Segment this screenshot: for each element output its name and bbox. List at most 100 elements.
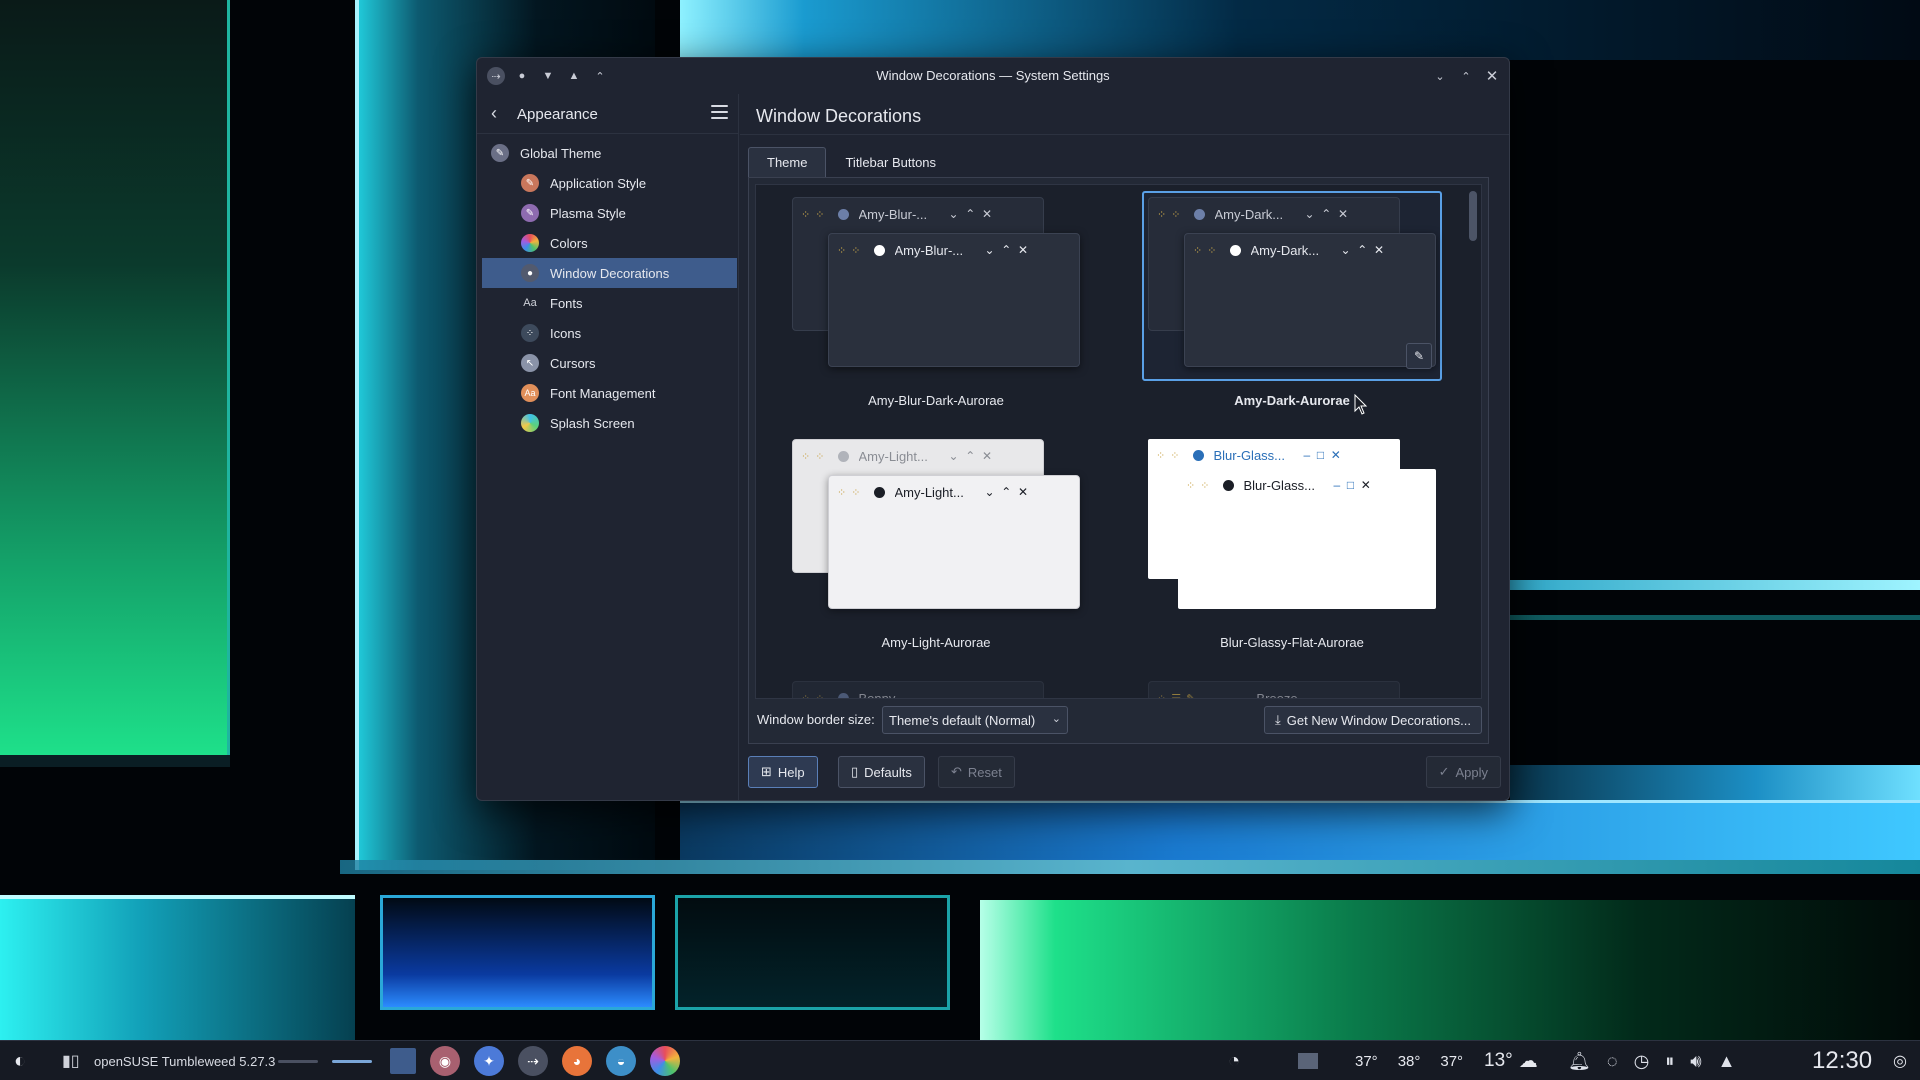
sidebar-item-label: Colors <box>550 235 588 251</box>
edit-pencil-icon[interactable]: ✎ <box>1406 343 1432 369</box>
sparkle-icon: ⁘ ⁘ <box>801 450 826 463</box>
defaults-button[interactable]: ▯ Defaults <box>838 756 925 788</box>
decoration-card-selected[interactable]: ⁘ ⁘ Amy-Dark... ⌄ ⌃ ✕ ⁘ ⁘ Amy-Dark... ⌄ … <box>1142 191 1442 408</box>
on-all-desktops-icon <box>1222 479 1234 491</box>
decoration-card[interactable]: ⁘ ⁘ Bonny... <box>786 675 1086 698</box>
sidebar-item-splash-screen[interactable]: Splash Screen <box>477 408 738 438</box>
sidebar-item-plasma-style[interactable]: ✎ Plasma Style <box>477 198 738 228</box>
task-manager: ◉ ✦ ⇢ ◕ ◒ <box>390 1041 694 1080</box>
sidebar-item-label: Cursors <box>550 355 596 371</box>
reset-button[interactable]: ↶ Reset <box>938 756 1015 788</box>
decoration-grid[interactable]: ⁘ ⁘ Amy-Blur-... ⌄ ⌃ ✕ ⁘ ⁘ Amy-Blur-... … <box>755 184 1482 699</box>
pager-icon[interactable]: ▮▯ <box>62 1041 80 1080</box>
wallpaper-shape <box>1510 615 1920 620</box>
decoration-card[interactable]: ⁘ ☰ ✎ Breeze <box>1142 675 1442 699</box>
sidebar-item-label: Window Decorations <box>550 265 670 281</box>
firefox-app-icon[interactable]: ◕ <box>562 1046 592 1076</box>
wallpaper-shape <box>0 895 355 1040</box>
hamburger-menu-icon[interactable] <box>711 105 728 119</box>
close-icon[interactable]: ✕ <box>1483 67 1501 85</box>
sidebar-item-colors[interactable]: Colors <box>477 228 738 258</box>
weather-widget[interactable]: 13° ☁ <box>1484 1041 1538 1080</box>
splash-screen-icon <box>521 414 539 432</box>
sparkle-icon: ⁘ ⁘ <box>1156 449 1181 462</box>
sparkle-icon: ⁘ ⁘ <box>801 208 826 221</box>
preview-active-window: ⁘ ⁘ Amy-Blur-... ⌄ ⌃ ✕ <box>828 233 1080 367</box>
system-settings-window: ⇢ ● ▼ ▲ ⌃ Window Decorations — System Se… <box>476 57 1510 801</box>
gpu-temperature: 38° <box>1397 1052 1421 1070</box>
minimize-icon[interactable]: ⌄ <box>1431 67 1449 85</box>
sparkle-icon: ⁘ ⁘ <box>837 486 862 499</box>
decoration-card[interactable]: ⁘ ⁘ Amy-Light... ⌄ ⌃ ✕ ⁘ ⁘ Amy-Light... … <box>786 433 1086 650</box>
clock[interactable]: 12:30 <box>1812 1041 1872 1080</box>
sidebar-item-label: Font Management <box>550 385 656 401</box>
preview-controls-icon: ⌄ ⌃ ✕ <box>1340 243 1385 257</box>
preview-controls-icon: ⌄ ⌃ ✕ <box>948 207 993 221</box>
application-launcher-icon[interactable]: ◐ <box>8 1041 32 1080</box>
preview-controls-icon: ⌄ ⌃ ✕ <box>984 243 1029 257</box>
wallpaper-shape <box>675 895 950 1010</box>
sidebar-item-font-management[interactable]: Aa Font Management <box>477 378 738 408</box>
sparkle-icon: ⁘ ☰ ✎ <box>1157 692 1197 699</box>
preview-controls-icon: ⌄ ⌃ ✕ <box>984 485 1029 499</box>
card-label: Amy-Blur-Dark-Aurorae <box>868 393 1004 408</box>
apply-button[interactable]: ✓ Apply <box>1425 756 1501 788</box>
header-divider <box>740 134 1509 135</box>
store-app-icon[interactable]: ✦ <box>474 1046 504 1076</box>
sidebar-item-label: Application Style <box>550 175 647 191</box>
window-decorations-icon: ● <box>521 264 539 282</box>
decoration-card[interactable]: ⁘ ⁘ Amy-Blur-... ⌄ ⌃ ✕ ⁘ ⁘ Amy-Blur-... … <box>786 191 1086 408</box>
decoration-card[interactable]: ⁘ ⁘ Blur-Glass... – □ ✕ ⁘ ⁘ Blur-Glass..… <box>1142 433 1442 650</box>
photos-app-icon[interactable] <box>650 1046 680 1076</box>
cpu-temperature: 37° <box>1355 1052 1378 1070</box>
system-settings-app-icon[interactable]: ⇢ <box>518 1046 548 1076</box>
discover-app-icon[interactable]: ◉ <box>430 1046 460 1076</box>
cloud-icon: ☁ <box>1518 1050 1538 1072</box>
files-app-icon[interactable]: ◒ <box>606 1046 636 1076</box>
titlebar[interactable]: ⇢ ● ▼ ▲ ⌃ Window Decorations — System Se… <box>477 58 1509 94</box>
sidebar-item-icons[interactable]: ⁘ Icons <box>477 318 738 348</box>
preview-controls-icon: ⌄ ⌃ ✕ <box>1304 207 1349 221</box>
system-tray: 🔔︎ ◌ ◷ ⏸︎ 🔊︎ ▲ <box>1568 1041 1735 1080</box>
preview-controls-icon: – □ ✕ <box>1303 448 1341 462</box>
show-desktop-icon[interactable]: ◎ <box>1893 1041 1907 1080</box>
sparkle-icon: ⁘ ⁘ <box>1193 244 1218 257</box>
footer-buttons: ⊞ Help ▯ Defaults ↶ Reset ✓ Apply <box>748 756 1501 790</box>
sidebar-item-application-style[interactable]: ✎ Application Style <box>477 168 738 198</box>
preview-inactive-window: ⁘ ☰ ✎ Breeze <box>1148 681 1400 699</box>
get-new-decorations-button[interactable]: ⤓ Get New Window Decorations... <box>1264 706 1482 734</box>
notifications-bell-icon[interactable]: 🔔︎ <box>1568 1051 1591 1072</box>
tray-expand-icon[interactable]: ▲ <box>1718 1051 1736 1072</box>
volume-icon[interactable]: 🔊︎ <box>1690 1051 1701 1072</box>
colors-icon <box>521 234 539 252</box>
wallpaper-shape <box>980 900 1920 1040</box>
progress-slider[interactable] <box>278 1041 372 1080</box>
wallpaper-shape <box>340 860 1920 874</box>
clipboard-icon[interactable]: ◷ <box>1634 1051 1650 1072</box>
sidebar-title: Appearance <box>517 106 598 123</box>
maximize-icon[interactable]: ⌃ <box>1457 67 1475 85</box>
sidebar-item-label: Global Theme <box>520 145 602 161</box>
sidebar-item-cursors[interactable]: ↖ Cursors <box>477 348 738 378</box>
tab-titlebar-buttons[interactable]: Titlebar Buttons <box>826 147 955 177</box>
media-pause-icon[interactable]: ⏸︎ <box>1665 1051 1674 1072</box>
weather-temperature: 13° <box>1484 1050 1513 1071</box>
card-label: Amy-Dark-Aurorae <box>1234 393 1350 408</box>
update-icon[interactable]: ◌ <box>1607 1051 1618 1072</box>
border-size-label: Window border size: <box>757 712 875 727</box>
virtual-desktop-icon[interactable] <box>390 1048 416 1074</box>
tab-theme[interactable]: Theme <box>748 147 827 177</box>
sidebar-item-global-theme[interactable]: ✎ Global Theme <box>477 138 738 168</box>
download-icon: ⤓ <box>1275 712 1281 727</box>
grid-scrollbar[interactable] <box>1469 191 1477 241</box>
border-size-select[interactable]: Theme's default (Normal) ⌄ <box>882 706 1068 734</box>
back-arrow-icon[interactable]: ‹ <box>491 103 497 124</box>
application-style-icon: ✎ <box>521 174 539 192</box>
sidebar: ‹ Appearance ✎ Global Theme ✎ Applicatio… <box>477 94 739 800</box>
sidebar-item-label: Icons <box>550 325 582 341</box>
sidebar-item-fonts[interactable]: Aa Fonts <box>477 288 738 318</box>
on-all-desktops-icon <box>873 244 885 256</box>
sidebar-item-window-decorations[interactable]: ● Window Decorations <box>482 258 737 288</box>
help-button[interactable]: ⊞ Help <box>748 756 818 788</box>
search-icon[interactable]: ◔ <box>1228 1041 1240 1080</box>
